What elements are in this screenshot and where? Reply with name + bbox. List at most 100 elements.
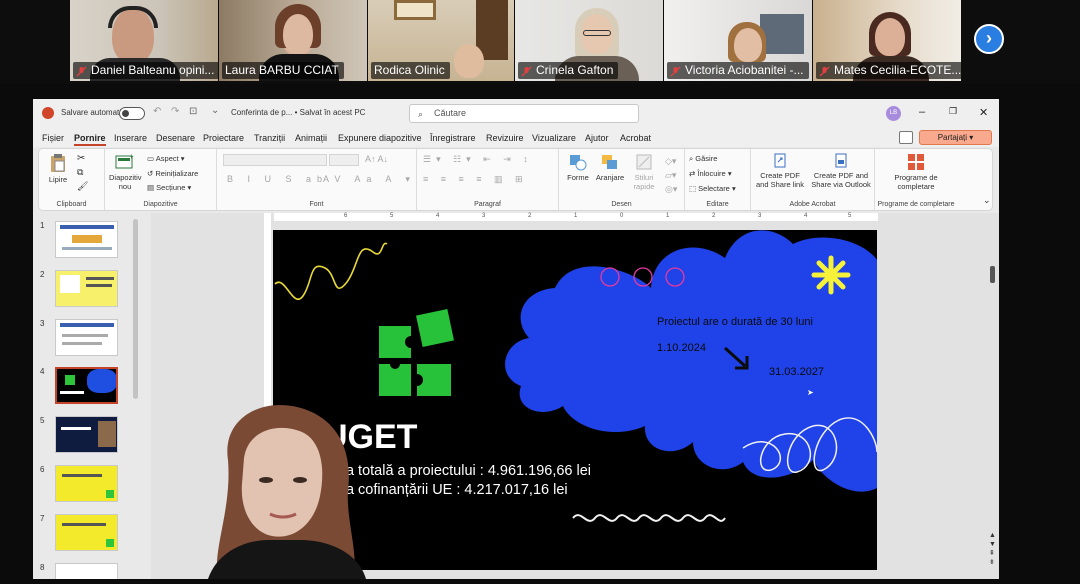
thumb-number: 5: [40, 416, 45, 425]
slide-thumbnail[interactable]: [55, 221, 118, 258]
tab-fisier[interactable]: Fișier: [42, 133, 64, 143]
font-color-icons[interactable]: AV Aa A ▾: [323, 174, 416, 185]
share-button[interactable]: Partajați ▾: [919, 130, 992, 145]
paste-button[interactable]: Lipire: [45, 153, 71, 184]
customize-icon[interactable]: ⌄: [211, 105, 219, 116]
tab-acrobat[interactable]: Acrobat: [620, 133, 651, 143]
comments-icon[interactable]: [899, 131, 913, 144]
arrange-button[interactable]: Aranjare: [593, 153, 627, 182]
document-title[interactable]: Conferinta de p... • Salvat în acest PC: [231, 108, 365, 117]
restore-icon[interactable]: ❐: [949, 106, 957, 117]
powerpoint-logo-icon: [42, 107, 54, 119]
close-icon[interactable]: ✕: [979, 106, 988, 119]
font-grow-icon[interactable]: A↑ A↓: [365, 154, 388, 164]
list-icons[interactable]: ☰▾ ☷▾ ⇤ ⇥ ↕: [423, 154, 533, 165]
participant-label: Laura BARBU CCIAT: [222, 62, 344, 79]
participant-face: [283, 14, 313, 54]
select-label: Selectare: [698, 184, 730, 193]
slide-thumbnail[interactable]: [55, 514, 118, 551]
participant-face: [734, 28, 762, 62]
avatar[interactable]: LB: [886, 106, 901, 121]
find-button[interactable]: ⌕ Găsire: [689, 154, 717, 164]
copy-icon[interactable]: ⧉: [77, 167, 83, 178]
format-painter-icon[interactable]: 🖌: [77, 181, 88, 192]
quick-styles-button[interactable]: Stiluri rapide: [627, 153, 661, 191]
align-icons[interactable]: ≡ ≡ ≡ ≡ ▥ ⊞: [423, 174, 528, 185]
collapse-ribbon-icon[interactable]: ⌄: [983, 195, 991, 206]
slide-thumbnail[interactable]: [55, 465, 118, 502]
chevron-right-icon[interactable]: ›: [974, 24, 1004, 54]
quick-styles-icon: [636, 154, 652, 170]
create-pdf-link-button[interactable]: Create PDF and Share link: [753, 153, 807, 189]
tab-ajutor[interactable]: Ajutor: [585, 133, 609, 143]
tab-pornire[interactable]: Pornire: [74, 133, 106, 146]
tab-vizualizare[interactable]: Vizualizare: [532, 133, 576, 143]
replace-button[interactable]: ⇄ Înlocuire ▾: [689, 169, 732, 178]
horizontal-ruler: 6 5 4 3 2 1 0 1 2 3 4 5: [274, 213, 878, 221]
tab-tranzitii[interactable]: Tranziții: [254, 133, 285, 143]
cut-icon[interactable]: ✂: [77, 153, 85, 164]
tab-revizuire[interactable]: Revizuire: [486, 133, 524, 143]
search-input[interactable]: ⌕ Căutare: [409, 104, 639, 123]
ribbon-group-font: A↑ A↓ B I U S ab AV Aa A ▾ Font: [217, 149, 417, 210]
tab-animatii[interactable]: Animații: [295, 133, 327, 143]
section-button[interactable]: ▤ Secțiune ▾: [147, 183, 191, 192]
replace-label: Înlocuire: [697, 169, 726, 178]
participant-tile-active[interactable]: Laura BARBU CCIAT: [219, 0, 367, 81]
end-date-text[interactable]: 31.03.2027: [769, 366, 824, 378]
start-slideshow-icon[interactable]: ⊡: [189, 106, 197, 117]
tab-inserare[interactable]: Inserare: [114, 133, 147, 143]
shape-fill-icons[interactable]: ◇▾ ▱▾ ◎▾: [665, 154, 677, 196]
tab-proiectare[interactable]: Proiectare: [203, 133, 244, 143]
mic-muted-icon: [521, 65, 532, 77]
minimize-icon[interactable]: –: [919, 106, 925, 118]
thumb-number: 6: [40, 465, 45, 474]
addins-icon: [908, 154, 924, 170]
font-format-icons[interactable]: B I U S ab: [227, 174, 328, 184]
addins-button[interactable]: Programe de completare: [881, 153, 951, 191]
tab-expunere[interactable]: Expunere diapozitive: [338, 133, 422, 143]
slide-thumbnail[interactable]: [55, 563, 118, 579]
participant-tile[interactable]: Daniel Balteanu opini...: [70, 0, 218, 81]
autosave-toggle[interactable]: [119, 107, 145, 120]
font-size-select[interactable]: [329, 154, 359, 166]
participant-label: Crinela Gafton: [518, 62, 619, 79]
ribbon-group-editing: ⌕ Găsire ⇄ Înlocuire ▾ ⬚ Selectare ▾ Edi…: [685, 149, 751, 210]
new-slide-button[interactable]: + Diapozitiv nou: [109, 153, 142, 191]
select-button[interactable]: ⬚ Selectare ▾: [689, 184, 736, 193]
new-slide-label: Diapozitiv nou: [109, 173, 142, 191]
mic-muted-icon: [819, 65, 830, 77]
ribbon-group-clipboard: Lipire ✂ ⧉ 🖌 Clipboard: [39, 149, 105, 210]
canvas-scrollbar[interactable]: [990, 266, 995, 283]
yellow-zigzag-line: [274, 242, 388, 300]
layout-button[interactable]: ▭ Aspect ▾: [147, 154, 185, 163]
participant-tile[interactable]: Crinela Gafton: [515, 0, 663, 81]
ruler-tick: 3: [482, 213, 486, 219]
reset-button[interactable]: ↺ Reinițializare: [147, 169, 198, 178]
ruler-tick: 5: [848, 213, 852, 219]
create-pdf-outlook-button[interactable]: Create PDF and Share via Outlook: [809, 153, 873, 189]
participant-tile[interactable]: Mates Cecilia-ECOTE...: [813, 0, 961, 81]
create-pdf-label: Create PDF and Share link: [756, 171, 804, 189]
participant-tile[interactable]: Victoria Aciobanitei -...: [664, 0, 812, 81]
participant-tile[interactable]: Rodica Olinic: [368, 0, 514, 81]
duration-text[interactable]: Proiectul are o durată de 30 luni: [657, 316, 813, 328]
font-family-select[interactable]: [223, 154, 327, 166]
slide-thumbnail-selected[interactable]: [55, 367, 118, 404]
slide-thumbnail[interactable]: [55, 319, 118, 356]
participant-name: Laura BARBU CCIAT: [225, 63, 339, 77]
slide-thumbnail[interactable]: [55, 270, 118, 307]
participant-name: Crinela Gafton: [536, 63, 614, 77]
slide-thumbnail[interactable]: [55, 416, 118, 453]
tab-desenare[interactable]: Desenare: [156, 133, 195, 143]
participant-label: Daniel Balteanu opini...: [73, 62, 218, 79]
search-placeholder: Căutare: [434, 108, 467, 118]
start-date-text[interactable]: 1.10.2024: [657, 342, 706, 354]
thumbnails-scrollbar[interactable]: [133, 219, 138, 399]
undo-icon[interactable]: ↶: [153, 106, 161, 117]
group-label: Diapozitive: [143, 201, 178, 208]
redo-icon[interactable]: ↷: [171, 106, 179, 117]
tab-inregistrare[interactable]: Înregistrare: [430, 133, 476, 143]
scroll-arrows-icon[interactable]: ▲ ▼ ⇞ ⇟: [989, 531, 996, 567]
shapes-button[interactable]: Forme: [561, 153, 595, 182]
